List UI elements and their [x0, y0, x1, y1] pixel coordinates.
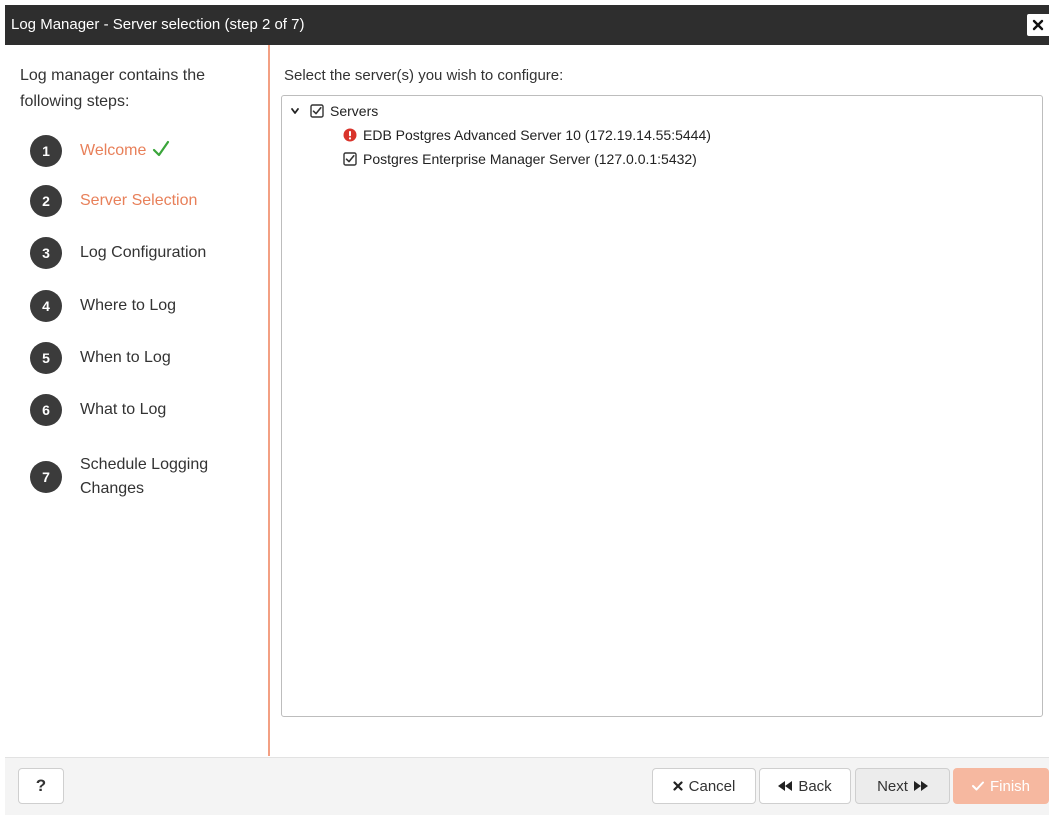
step-number: 5 [30, 342, 62, 374]
dialog-footer: ? Cancel Back Next Finish [5, 757, 1049, 815]
step-label: Welcome [80, 142, 147, 159]
chevron-down-icon[interactable] [290, 106, 300, 116]
step-schedule-logging-changes: 7 Schedule Logging Changes [30, 453, 230, 501]
steps-intro: Log manager contains the following steps… [20, 67, 206, 110]
back-button[interactable]: Back [759, 768, 851, 804]
step-label: Schedule Logging Changes [80, 456, 209, 497]
help-button[interactable]: ? [18, 768, 64, 804]
step-number: 4 [30, 290, 62, 322]
tree-node-label: Postgres Enterprise Manager Server (127.… [363, 151, 697, 167]
step-label: What to Log [80, 401, 167, 418]
checkbox-checked-icon[interactable] [310, 104, 324, 118]
steps-panel: Log manager contains the following steps… [5, 45, 270, 756]
step-label: Where to Log [80, 297, 177, 314]
step-number: 2 [30, 185, 62, 217]
step-number: 3 [30, 237, 62, 269]
step-what-to-log: 6 What to Log [30, 394, 166, 426]
close-icon[interactable] [1027, 14, 1049, 36]
step-welcome: 1 Welcome [30, 135, 170, 167]
tree-node-label: EDB Postgres Advanced Server 10 (172.19.… [363, 127, 711, 143]
forward-icon [913, 781, 928, 791]
step-where-to-log: 4 Where to Log [30, 290, 176, 322]
finish-button[interactable]: Finish [953, 768, 1049, 804]
close-icon [673, 781, 683, 791]
next-button-label: Next [877, 777, 908, 795]
tree-node-edb-server[interactable]: EDB Postgres Advanced Server 10 (172.19.… [343, 127, 711, 143]
dialog-titlebar: Log Manager - Server selection (step 2 o… [5, 5, 1049, 45]
step-number: 1 [30, 135, 62, 167]
selection-prompt: Select the server(s) you wish to configu… [284, 67, 564, 84]
tree-node-pem-server[interactable]: Postgres Enterprise Manager Server (127.… [343, 151, 697, 167]
step-server-selection: 2 Server Selection [30, 185, 197, 217]
server-selection-panel: Select the server(s) you wish to configu… [271, 45, 1049, 756]
step-label: Log Configuration [80, 244, 207, 261]
step-log-configuration: 3 Log Configuration [30, 237, 206, 269]
backward-icon [778, 781, 793, 791]
finish-button-label: Finish [989, 777, 1030, 795]
dialog-title: Log Manager - Server selection (step 2 o… [11, 16, 305, 33]
tree-node-servers[interactable]: Servers [290, 103, 378, 119]
checkmark-icon [971, 781, 984, 791]
cancel-button[interactable]: Cancel [652, 768, 756, 804]
tree-node-label: Servers [330, 103, 379, 119]
back-button-label: Back [798, 777, 832, 795]
next-button[interactable]: Next [855, 768, 950, 804]
step-label: Server Selection [80, 192, 198, 209]
cancel-button-label: Cancel [688, 777, 736, 795]
step-number: 6 [30, 394, 62, 426]
error-icon [343, 128, 357, 142]
checkbox-checked-icon[interactable] [343, 152, 357, 166]
step-when-to-log: 5 When to Log [30, 342, 171, 374]
step-label: When to Log [80, 349, 171, 366]
checkmark-icon [152, 140, 170, 158]
step-number: 7 [30, 461, 62, 493]
server-tree: Servers EDB Postgres Advanced Server 10 … [281, 95, 1043, 717]
